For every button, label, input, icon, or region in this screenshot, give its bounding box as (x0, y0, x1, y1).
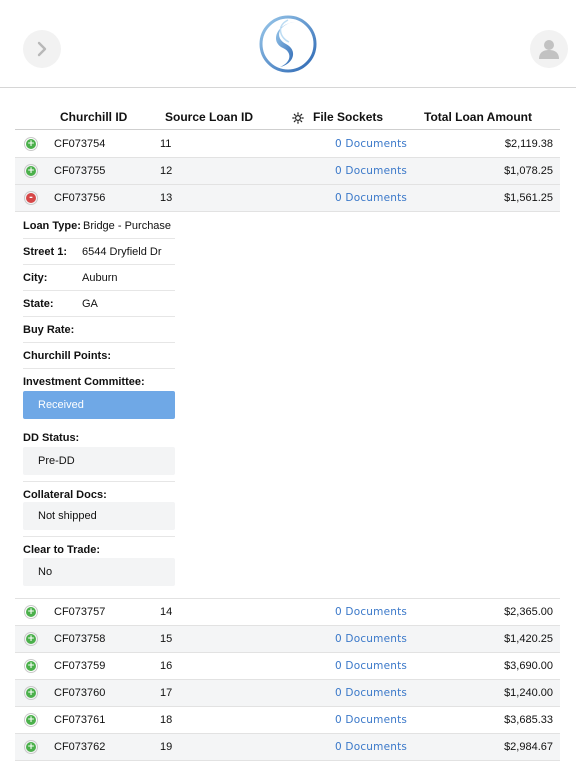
investment-committee-label: Investment Committee: (23, 376, 145, 388)
churchill-id-cell: CF073762 (54, 741, 106, 753)
documents-link[interactable]: 0 Documents (335, 192, 407, 204)
source-loan-id-cell: 12 (160, 165, 173, 177)
plus-icon: + (26, 166, 36, 176)
city-value: Auburn (82, 272, 118, 284)
documents-link[interactable]: 0 Documents (335, 138, 407, 150)
street-row: Street 1: 6544 Dryfield Dr (23, 239, 175, 265)
churchill-id-cell: CF073758 (54, 633, 106, 645)
expand-row-button[interactable]: + (24, 686, 38, 700)
gear-icon[interactable] (292, 112, 304, 124)
top-bar (0, 0, 576, 88)
plus-icon: + (26, 742, 36, 752)
plus-icon: + (26, 634, 36, 644)
state-value: GA (82, 298, 98, 310)
expand-row-button[interactable]: + (24, 632, 38, 646)
churchill-id-cell: CF073759 (54, 660, 106, 672)
investment-committee-select[interactable]: Received (23, 391, 175, 419)
collapse-row-button[interactable]: - (24, 191, 38, 205)
swirl-logo-icon (259, 15, 317, 73)
column-file-sockets[interactable]: File Sockets (313, 110, 383, 124)
expand-row-button[interactable]: + (24, 137, 38, 151)
clear-to-trade-select[interactable]: No (23, 558, 175, 586)
plus-icon: + (26, 661, 36, 671)
expand-row-button[interactable]: + (24, 713, 38, 727)
minus-icon: - (26, 193, 36, 203)
plus-icon: + (26, 139, 36, 149)
table-row[interactable]: + CF073760 17 0 Documents $1,240.00 (15, 680, 560, 707)
table-row[interactable]: + CF073758 15 0 Documents $1,420.25 (15, 626, 560, 653)
column-source-loan-id[interactable]: Source Loan ID (165, 110, 253, 124)
source-loan-id-cell: 14 (160, 606, 173, 618)
street-value: 6544 Dryfield Dr (82, 246, 162, 258)
loan-amount-cell: $1,240.00 (504, 687, 553, 699)
state-label: State: (23, 298, 54, 310)
state-row: State: GA (23, 291, 175, 317)
table-row[interactable]: + CF073761 18 0 Documents $3,685.33 (15, 707, 560, 734)
table-row[interactable]: + CF073762 19 0 Documents $2,984.67 (15, 734, 560, 761)
source-loan-id-cell: 17 (160, 687, 173, 699)
user-icon (539, 40, 559, 59)
dd-status-select[interactable]: Pre-DD (23, 447, 175, 475)
expand-row-button[interactable]: + (24, 659, 38, 673)
documents-link[interactable]: 0 Documents (335, 165, 407, 177)
source-loan-id-cell: 13 (160, 192, 173, 204)
source-loan-id-cell: 18 (160, 714, 173, 726)
loan-amount-cell: $2,119.38 (504, 138, 553, 150)
loan-amount-cell: $1,420.25 (504, 633, 553, 645)
documents-link[interactable]: 0 Documents (335, 741, 407, 753)
documents-link[interactable]: 0 Documents (335, 660, 407, 672)
collateral-docs-label: Collateral Docs: (23, 489, 107, 501)
churchill-points-label: Churchill Points: (23, 350, 111, 362)
loan-amount-cell: $3,685.33 (504, 714, 553, 726)
source-loan-id-cell: 11 (160, 138, 172, 150)
churchill-id-cell: CF073757 (54, 606, 106, 618)
loan-amount-cell: $2,984.67 (504, 741, 553, 753)
table-row[interactable]: + CF073754 11 0 Documents $2,119.38 (15, 131, 560, 158)
table-row[interactable]: + CF073757 14 0 Documents $2,365.00 (15, 599, 560, 626)
documents-link[interactable]: 0 Documents (335, 687, 407, 699)
plus-icon: + (26, 688, 36, 698)
documents-link[interactable]: 0 Documents (335, 714, 407, 726)
documents-link[interactable]: 0 Documents (335, 606, 407, 618)
loan-amount-cell: $2,365.00 (504, 606, 553, 618)
plus-icon: + (26, 607, 36, 617)
expand-row-button[interactable]: + (24, 164, 38, 178)
column-total-loan-amount[interactable]: Total Loan Amount (424, 110, 532, 124)
expand-row-button[interactable]: + (24, 740, 38, 754)
loan-type-row: Loan Type: Bridge - Purchase (23, 213, 175, 239)
source-loan-id-cell: 15 (160, 633, 173, 645)
buy-rate-label: Buy Rate: (23, 324, 75, 336)
expand-row-button[interactable]: + (24, 605, 38, 619)
documents-link[interactable]: 0 Documents (335, 633, 407, 645)
column-churchill-id[interactable]: Churchill ID (60, 110, 127, 124)
buy-rate-row: Buy Rate: (23, 317, 175, 343)
plus-icon: + (26, 715, 36, 725)
loan-amount-cell: $3,690.00 (504, 660, 553, 672)
clear-to-trade-label: Clear to Trade: (23, 544, 101, 556)
profile-button[interactable] (530, 30, 568, 68)
churchill-id-cell: CF073760 (54, 687, 106, 699)
forward-button[interactable] (23, 30, 61, 68)
table-header: Churchill ID Source Loan ID File Sockets… (15, 104, 560, 130)
city-label: City: (23, 272, 48, 284)
table-row-expanded[interactable]: - CF073756 13 0 Documents $1,561.25 (15, 185, 560, 212)
city-row: City: Auburn (23, 265, 175, 291)
table-row[interactable]: + CF073759 16 0 Documents $3,690.00 (15, 653, 560, 680)
churchill-id-cell: CF073754 (54, 138, 106, 150)
source-loan-id-cell: 16 (160, 660, 173, 672)
churchill-id-cell: CF073755 (54, 165, 106, 177)
source-loan-id-cell: 19 (160, 741, 173, 753)
loan-amount-cell: $1,561.25 (504, 192, 553, 204)
loan-type-value: Bridge - Purchase (83, 220, 172, 232)
street-label: Street 1: (23, 246, 68, 258)
loan-amount-cell: $1,078.25 (504, 165, 553, 177)
collateral-docs-select[interactable]: Not shipped (23, 502, 175, 530)
churchill-id-cell: CF073761 (54, 714, 106, 726)
loan-type-label: Loan Type: (23, 220, 81, 232)
dd-status-label: DD Status: (23, 432, 80, 444)
churchill-id-cell: CF073756 (54, 192, 106, 204)
churchill-points-row: Churchill Points: (23, 343, 175, 369)
table-row[interactable]: + CF073755 12 0 Documents $1,078.25 (15, 158, 560, 185)
chevron-right-icon (37, 41, 47, 57)
